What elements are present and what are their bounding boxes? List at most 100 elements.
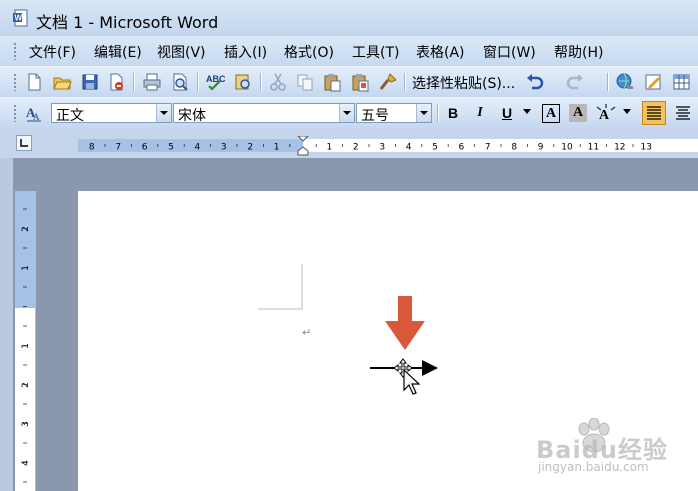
undo-icon[interactable] bbox=[525, 72, 545, 92]
menu-tools[interactable]: 工具(T) bbox=[352, 42, 399, 62]
ruler-number: 8 bbox=[89, 143, 95, 153]
ruler-number: 5 bbox=[168, 143, 174, 153]
toolbar-grip[interactable] bbox=[13, 73, 17, 91]
ruler-number: 3 bbox=[379, 143, 385, 153]
menu-window[interactable]: 窗口(W) bbox=[483, 42, 536, 62]
menu-grip[interactable] bbox=[13, 42, 17, 60]
toolbar-separator bbox=[437, 104, 438, 122]
window-left-edge bbox=[0, 158, 13, 491]
paste-special-icon[interactable] bbox=[350, 72, 370, 92]
paste-icon[interactable] bbox=[322, 72, 342, 92]
toolbar-separator bbox=[197, 73, 198, 91]
cut-icon[interactable] bbox=[268, 72, 288, 92]
window-title: 文档 1 - Microsoft Word bbox=[36, 13, 219, 32]
research-icon[interactable] bbox=[233, 72, 253, 92]
vertical-ruler-number: 2 bbox=[21, 382, 31, 388]
watermark-url: jingyan.baidu.com bbox=[538, 460, 649, 474]
ruler-number: 11 bbox=[588, 143, 599, 153]
menu-view[interactable]: 视图(V) bbox=[157, 42, 206, 62]
toolbar-separator bbox=[260, 73, 261, 91]
ruler-number: 2 bbox=[353, 143, 359, 153]
spelling-grammar-icon[interactable]: ABC bbox=[205, 72, 225, 92]
menu-format[interactable]: 格式(O) bbox=[284, 42, 334, 62]
ruler-number: 1 bbox=[327, 143, 333, 153]
style-dropdown-icon[interactable] bbox=[156, 104, 171, 122]
ruler-number: 4 bbox=[195, 143, 201, 153]
ruler-number: 4 bbox=[406, 143, 412, 153]
toolbar-separator bbox=[133, 73, 134, 91]
insert-hyperlink-icon[interactable] bbox=[615, 72, 635, 92]
font-size-value: 五号 bbox=[361, 108, 389, 124]
vertical-ruler-ticks: 211234 bbox=[21, 208, 31, 483]
ruler-number: 8 bbox=[511, 143, 517, 153]
italic-button[interactable]: I bbox=[470, 103, 490, 123]
toolbar-separator bbox=[607, 73, 608, 91]
font-value: 宋体 bbox=[178, 108, 206, 124]
menu-edit[interactable]: 编辑(E) bbox=[94, 42, 142, 62]
toolbar-grip[interactable] bbox=[13, 104, 17, 122]
vertical-ruler-number: 2 bbox=[21, 226, 31, 232]
vertical-ruler-number: 1 bbox=[21, 265, 31, 271]
ruler-number: 7 bbox=[485, 143, 491, 153]
move-pointer-cursor-icon bbox=[393, 358, 421, 395]
word-document-icon[interactable]: W bbox=[12, 9, 30, 27]
character-scaling-dropdown-icon[interactable] bbox=[622, 106, 632, 116]
ruler-number: 2 bbox=[247, 143, 253, 153]
svg-text:ABC: ABC bbox=[206, 74, 225, 84]
standard-toolbar: ABC 选择性粘贴(S)... bbox=[0, 66, 698, 152]
svg-text:W: W bbox=[15, 14, 23, 23]
redo-icon[interactable] bbox=[565, 72, 585, 92]
tab-selector-button[interactable] bbox=[16, 135, 32, 151]
paste-special-button[interactable]: 选择性粘贴(S)... bbox=[412, 73, 515, 93]
permission-icon[interactable] bbox=[106, 72, 126, 92]
menu-file[interactable]: 文件(F) bbox=[29, 42, 76, 62]
align-center-icon[interactable] bbox=[673, 103, 693, 123]
style-value: 正文 bbox=[56, 108, 84, 124]
print-preview-icon[interactable] bbox=[170, 72, 190, 92]
ruler-number: 7 bbox=[115, 143, 121, 153]
left-tab-icon bbox=[20, 139, 28, 147]
character-scaling-icon[interactable]: A bbox=[596, 103, 616, 123]
ruler-number: 9 bbox=[538, 143, 544, 153]
align-justify-icon bbox=[647, 106, 661, 120]
ruler-number: 5 bbox=[432, 143, 438, 153]
vertical-ruler-number: 1 bbox=[21, 343, 31, 349]
font-dropdown-icon[interactable] bbox=[339, 104, 354, 122]
character-border-button[interactable]: A bbox=[542, 104, 560, 123]
margin-corner-mark bbox=[258, 264, 303, 310]
paragraph-mark: ↵ bbox=[302, 326, 312, 339]
font-select[interactable]: 宋体 bbox=[173, 103, 355, 124]
tables-borders-icon[interactable] bbox=[643, 72, 663, 92]
menu-help[interactable]: 帮助(H) bbox=[554, 42, 603, 62]
font-size-dropdown-icon[interactable] bbox=[416, 104, 431, 122]
menu-table[interactable]: 表格(A) bbox=[416, 42, 465, 62]
menu-insert[interactable]: 插入(I) bbox=[224, 42, 267, 62]
menu-bar: 文件(F) 编辑(E) 视图(V) 插入(I) 格式(O) 工具(T) 表格(A… bbox=[0, 36, 698, 66]
ruler-number: 12 bbox=[614, 143, 625, 153]
ruler-number: 6 bbox=[459, 143, 465, 153]
copy-icon[interactable] bbox=[295, 72, 315, 92]
ruler-number: 3 bbox=[221, 143, 227, 153]
new-document-icon[interactable] bbox=[24, 72, 44, 92]
align-justify-button[interactable] bbox=[642, 101, 666, 125]
vertical-ruler-number: 3 bbox=[21, 421, 31, 427]
annotation-down-arrow-icon bbox=[385, 296, 425, 350]
underline-dropdown-icon[interactable] bbox=[522, 106, 532, 116]
font-size-select[interactable]: 五号 bbox=[356, 103, 432, 124]
toolbar-separator bbox=[404, 73, 405, 91]
ruler-number: 10 bbox=[561, 143, 573, 153]
horizontal-ruler[interactable]: 8 7 6 5 4 3 2 1 1 2 3 4 5 6 7 8 9 10 11 12 13 bbox=[78, 136, 698, 156]
baidu-jingyan-watermark: Baidu经验 jingyan.baidu.com bbox=[536, 418, 696, 488]
open-folder-icon[interactable] bbox=[52, 72, 72, 92]
ruler-number: 13 bbox=[640, 143, 651, 153]
style-select[interactable]: 正文 bbox=[51, 103, 172, 124]
formatting-toolbar: AA 正文 宋体 五号 B I U A A A bbox=[0, 97, 698, 128]
bold-button[interactable]: B bbox=[443, 103, 463, 123]
underline-button[interactable]: U bbox=[497, 103, 517, 123]
styles-formatting-icon[interactable]: AA bbox=[24, 103, 44, 123]
character-shading-button[interactable]: A bbox=[569, 104, 587, 122]
save-icon[interactable] bbox=[80, 72, 100, 92]
print-icon[interactable] bbox=[142, 72, 162, 92]
format-painter-icon[interactable] bbox=[378, 72, 398, 92]
insert-table-icon[interactable] bbox=[671, 72, 691, 92]
